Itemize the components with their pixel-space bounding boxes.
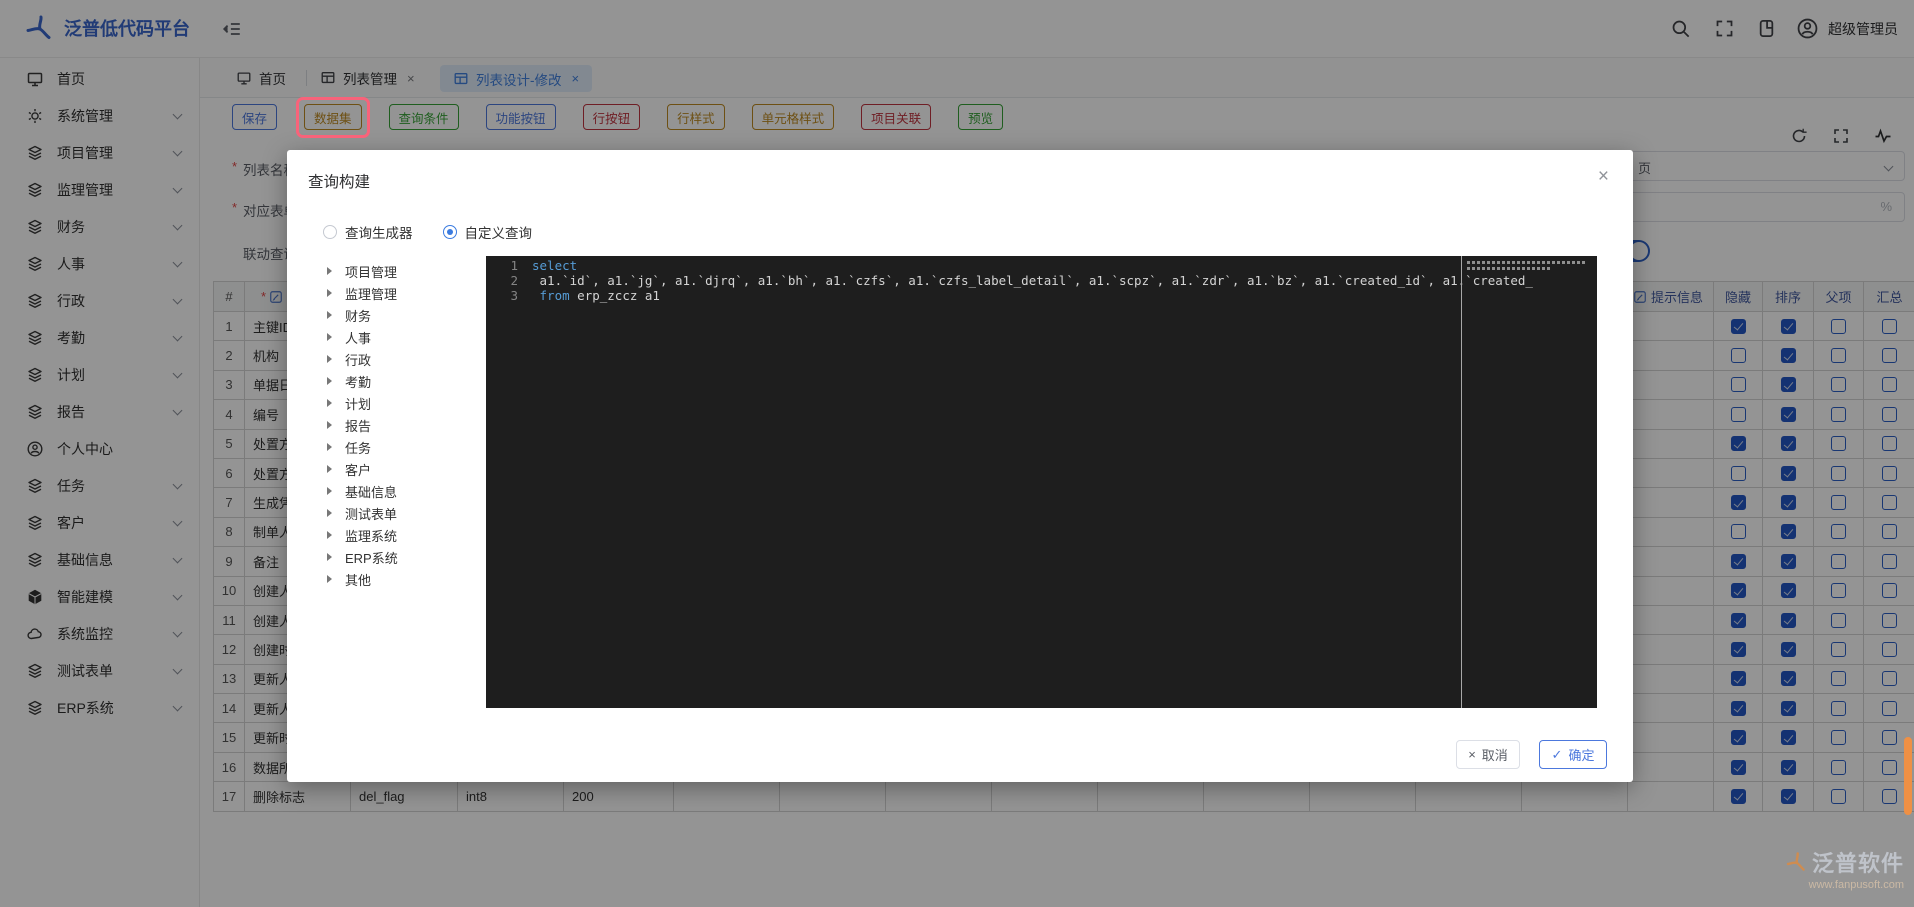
line-number: 3 <box>486 289 518 304</box>
tree-node[interactable]: 监理管理 <box>327 282 477 304</box>
line-number: 2 <box>486 274 518 289</box>
tree-node[interactable]: 行政 <box>327 348 477 370</box>
minimap-marks <box>1467 267 1551 270</box>
tree-node[interactable]: 财务 <box>327 304 477 326</box>
app-window: 泛普低代码平台 超级管理员 <box>0 0 1914 907</box>
tree-node-label: 监理管理 <box>345 284 397 303</box>
tree-node-label: 财务 <box>345 306 371 325</box>
tree-node[interactable]: 其他 <box>327 568 477 590</box>
cancel-button[interactable]: × 取消 <box>1456 740 1520 769</box>
tree-node-label: 监理系统 <box>345 526 397 545</box>
tree-node-label: 计划 <box>345 394 371 413</box>
tree-node[interactable]: 监理系统 <box>327 524 477 546</box>
tree-node-label: 报告 <box>345 416 371 435</box>
radio-icon <box>323 225 337 239</box>
tree-node-label: 人事 <box>345 328 371 347</box>
sql-text: erp_zccz a1 <box>570 289 660 304</box>
vertical-scrollbar-thumb[interactable] <box>1904 737 1912 815</box>
tree-node[interactable]: 任务 <box>327 436 477 458</box>
tree-node[interactable]: 项目管理 <box>327 260 477 282</box>
tree-node[interactable]: 报告 <box>327 414 477 436</box>
code-lines: 1 select 2 a1.`id`, a1.`jg`, a1.`djrq`, … <box>486 259 1597 303</box>
query-mode-radios: 查询生成器 自定义查询 <box>323 222 532 242</box>
code-line: 1 select <box>486 259 1597 274</box>
tree-node[interactable]: 人事 <box>327 326 477 348</box>
tree-node[interactable]: 考勤 <box>327 370 477 392</box>
radio-label: 自定义查询 <box>465 222 533 242</box>
radio-label: 查询生成器 <box>345 222 413 242</box>
tree-node-label: 项目管理 <box>345 262 397 281</box>
sql-code-editor[interactable]: 1 select 2 a1.`id`, a1.`jg`, a1.`djrq`, … <box>486 256 1597 708</box>
tree-node[interactable]: 客户 <box>327 458 477 480</box>
watermark-url: www.fanpusoft.com <box>1786 879 1904 891</box>
radio-option[interactable]: 自定义查询 <box>443 222 533 242</box>
tree-node-label: 任务 <box>345 438 371 457</box>
radio-option[interactable]: 查询生成器 <box>323 222 413 242</box>
radio-icon <box>443 225 457 239</box>
minimap-divider <box>1461 256 1462 708</box>
watermark-brand: 泛普软件 <box>1812 846 1904 878</box>
tree-node-label: 客户 <box>345 460 371 479</box>
check-icon: ✓ <box>1552 747 1563 763</box>
line-number: 1 <box>486 259 518 274</box>
minimap-marks <box>1467 261 1585 264</box>
dialog-title: 查询构建 <box>308 170 370 192</box>
confirm-button[interactable]: ✓ 确定 <box>1539 740 1607 769</box>
close-icon: × <box>1468 747 1476 762</box>
module-tree: 项目管理 监理管理 财务 人事 行政 考勤 计划 报告 任务 客户 基础信息 <box>327 260 477 590</box>
code-line: 2 a1.`id`, a1.`jg`, a1.`djrq`, a1.`bh`, … <box>486 274 1597 289</box>
tree-node-label: ERP系统 <box>345 548 398 567</box>
query-builder-dialog: 查询构建 × 查询生成器 自定义查询 项目管理 监理管理 财务 <box>287 150 1633 782</box>
tree-node[interactable]: 测试表单 <box>327 502 477 524</box>
code-line: 3 from erp_zccz a1 <box>486 289 1597 304</box>
sql-text: a1.`id`, a1.`jg`, a1.`djrq`, a1.`bh`, a1… <box>540 274 1533 289</box>
brand-watermark: 泛普软件 www.fanpusoft.com <box>1786 846 1904 891</box>
tree-node[interactable]: 基础信息 <box>327 480 477 502</box>
tree-node[interactable]: ERP系统 <box>327 546 477 568</box>
sql-keyword: from <box>540 289 570 304</box>
watermark-logo-icon <box>1786 851 1808 873</box>
tree-node[interactable]: 计划 <box>327 392 477 414</box>
tree-node-label: 测试表单 <box>345 504 397 523</box>
tree-node-label: 基础信息 <box>345 482 397 501</box>
close-icon[interactable]: × <box>1598 166 1609 188</box>
tree-node-label: 考勤 <box>345 372 371 391</box>
sql-keyword: select <box>532 259 577 274</box>
tree-node-label: 行政 <box>345 350 371 369</box>
tree-node-label: 其他 <box>345 570 371 589</box>
